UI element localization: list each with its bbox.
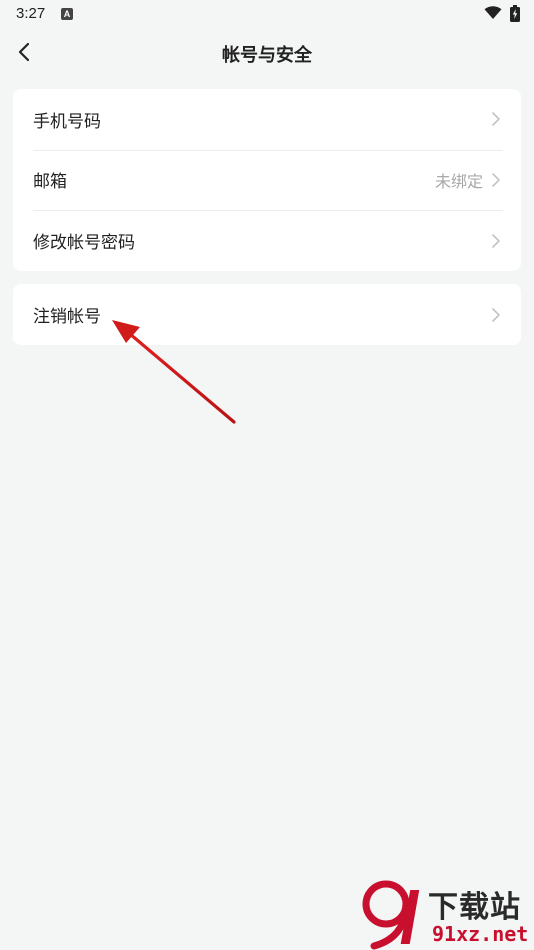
site-watermark: 下载站 91xz.net [362, 880, 534, 950]
deactivate-account-card: 注销帐号 [13, 284, 521, 345]
row-label: 邮箱 [33, 172, 67, 193]
watermark-title: 下载站 [428, 890, 521, 925]
status-bar: 3:27 A [0, 0, 534, 28]
email-status-value: 未绑定 [434, 171, 483, 191]
chevron-right-icon [492, 112, 500, 127]
chevron-right-icon [492, 307, 500, 322]
row-label: 修改帐号密码 [33, 233, 135, 254]
deactivate-account-row[interactable]: 注销帐号 [13, 284, 521, 345]
watermark-url: 91xz.net [432, 922, 529, 946]
battery-charging-icon [510, 5, 520, 22]
red-arrow-annotation [112, 320, 236, 424]
watermark-logo-icon [362, 880, 420, 950]
wifi-icon [484, 6, 502, 19]
nav-bar: 帐号与安全 [0, 28, 534, 76]
notification-a-icon: A [61, 8, 73, 20]
account-settings-card: 手机号码 邮箱 未绑定 修改帐号密码 [13, 89, 521, 271]
page-title: 帐号与安全 [222, 45, 312, 66]
row-label: 手机号码 [33, 111, 101, 132]
phone-number-row[interactable]: 手机号码 [13, 89, 521, 150]
chevron-right-icon [492, 233, 500, 248]
email-row[interactable]: 邮箱 未绑定 [13, 149, 521, 211]
chevron-right-icon [492, 173, 500, 187]
change-password-row[interactable]: 修改帐号密码 [13, 210, 521, 271]
status-time: 3:27 [16, 5, 46, 22]
